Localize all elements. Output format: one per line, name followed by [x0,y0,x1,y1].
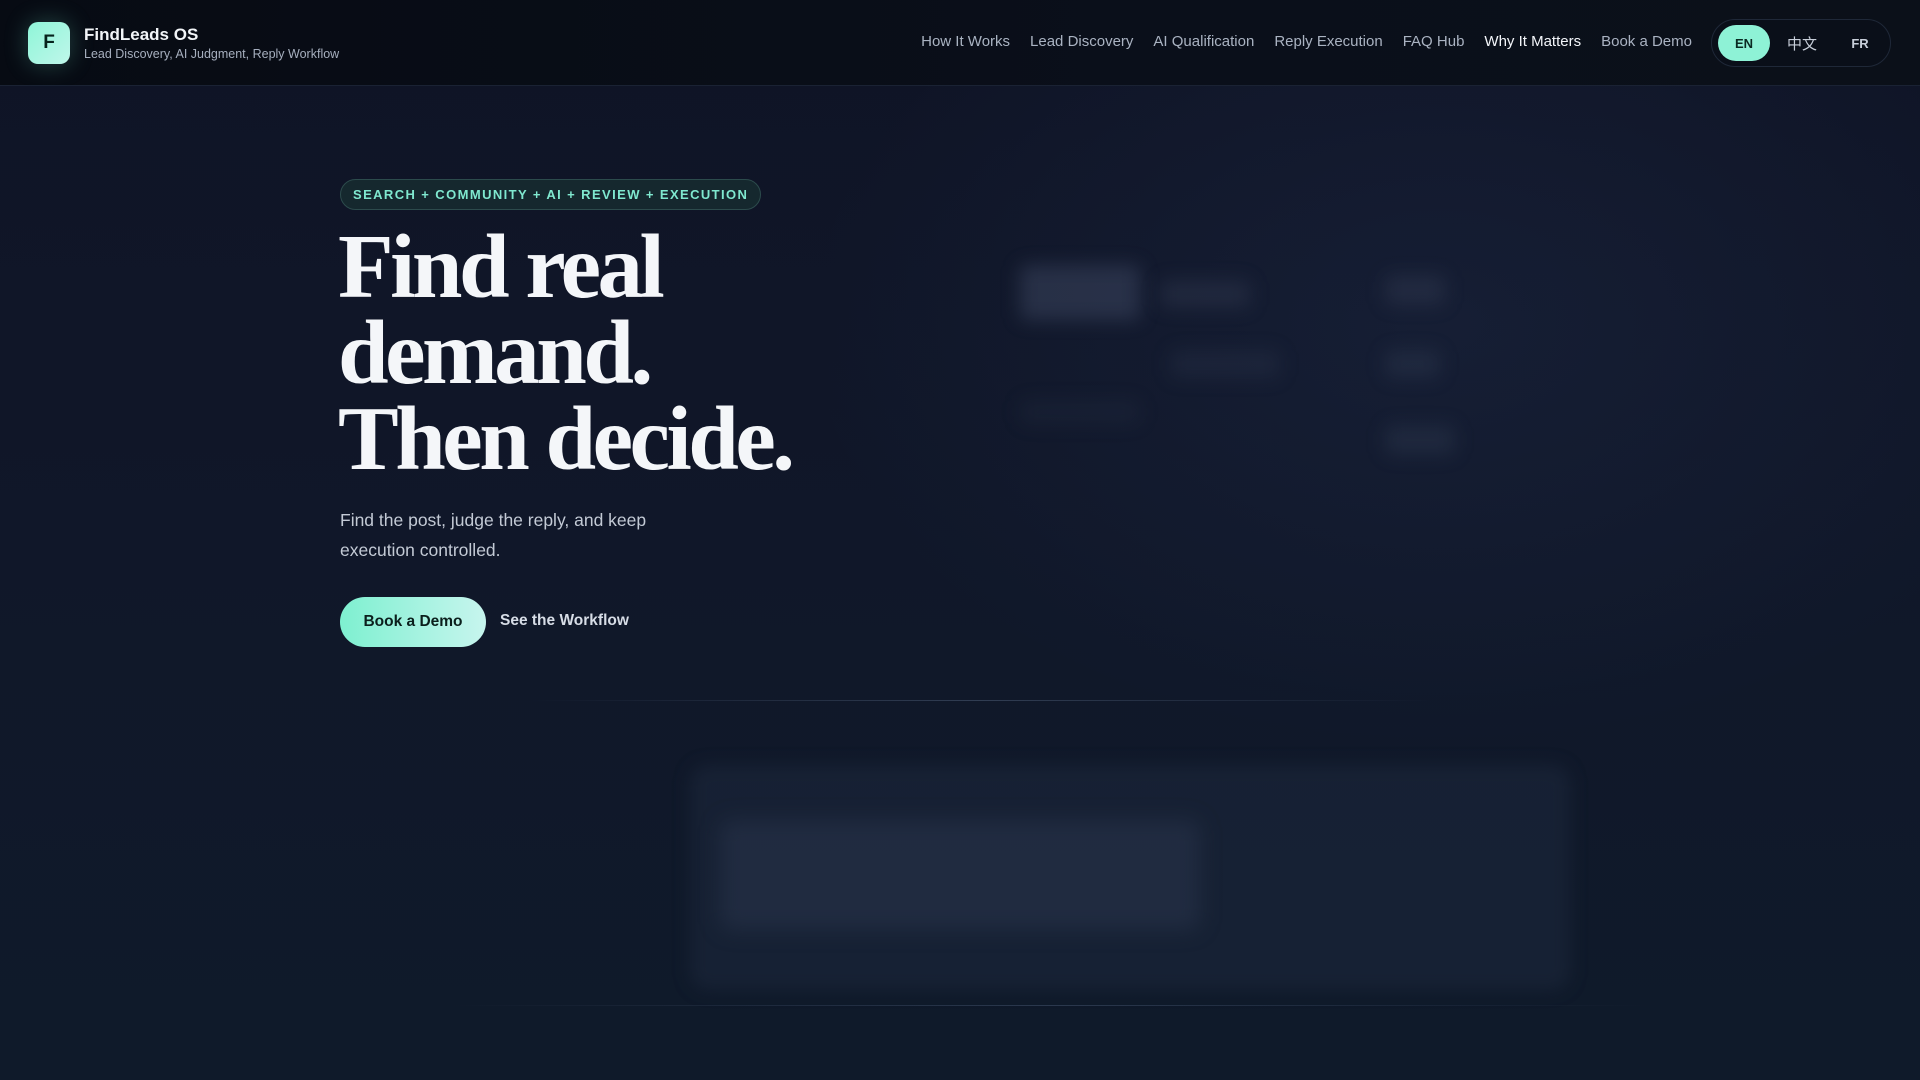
hero-subtitle: Find the post, judge the reply, and keep… [340,510,647,560]
blurred-preview-content [720,820,1200,930]
brand-logo[interactable]: F [28,22,70,64]
language-en-button[interactable]: EN [1718,25,1770,61]
blurred-decoration [1020,265,1140,320]
page: F FindLeads OS Lead Discovery, AI Judgme… [0,0,1920,1080]
nav-link-how-it-works[interactable]: How It Works [921,33,1010,50]
nav-link-book-a-demo[interactable]: Book a Demo [1601,33,1692,50]
hero-headline-line-3: Then decide. [338,388,795,489]
blurred-decoration [1020,400,1140,424]
nav-link-lead-discovery[interactable]: Lead Discovery [1030,33,1133,50]
language-fr-button[interactable]: FR [1834,25,1886,61]
blurred-decoration [1385,275,1445,305]
book-demo-button[interactable]: Book a Demo [340,597,486,647]
see-workflow-link[interactable]: See the Workflow [500,612,629,630]
hero-headline: Find real demand. Then decide. [338,216,938,489]
hero-eyebrow-badge: SEARCH + COMMUNITY + AI + REVIEW + EXECU… [340,179,762,210]
main-nav: How It Works Lead Discovery AI Qualifica… [921,33,1692,50]
blurred-decoration [1160,280,1250,308]
nav-link-why-it-matters[interactable]: Why It Matters [1484,33,1581,50]
language-switcher: EN 中文 FR [1711,19,1891,67]
top-header: F FindLeads OS Lead Discovery, AI Judgme… [0,0,1920,86]
brand-name[interactable]: FindLeads OS [84,25,198,45]
hero-headline-line-2: demand. [338,302,653,403]
brand-tagline: Lead Discovery, AI Judgment, Reply Workf… [84,47,340,61]
section-divider [450,1005,1650,1006]
blurred-decoration [1170,350,1280,378]
language-zh-button[interactable]: 中文 [1776,25,1828,61]
hero-headline-line-1: Find real [338,216,665,317]
nav-link-reply-execution[interactable]: Reply Execution [1274,33,1382,50]
nav-link-faq-hub[interactable]: FAQ Hub [1403,33,1465,50]
section-divider [530,700,1430,701]
nav-link-ai-qualification[interactable]: AI Qualification [1153,33,1254,50]
blurred-decoration [1385,425,1455,455]
blurred-decoration [1385,350,1440,378]
